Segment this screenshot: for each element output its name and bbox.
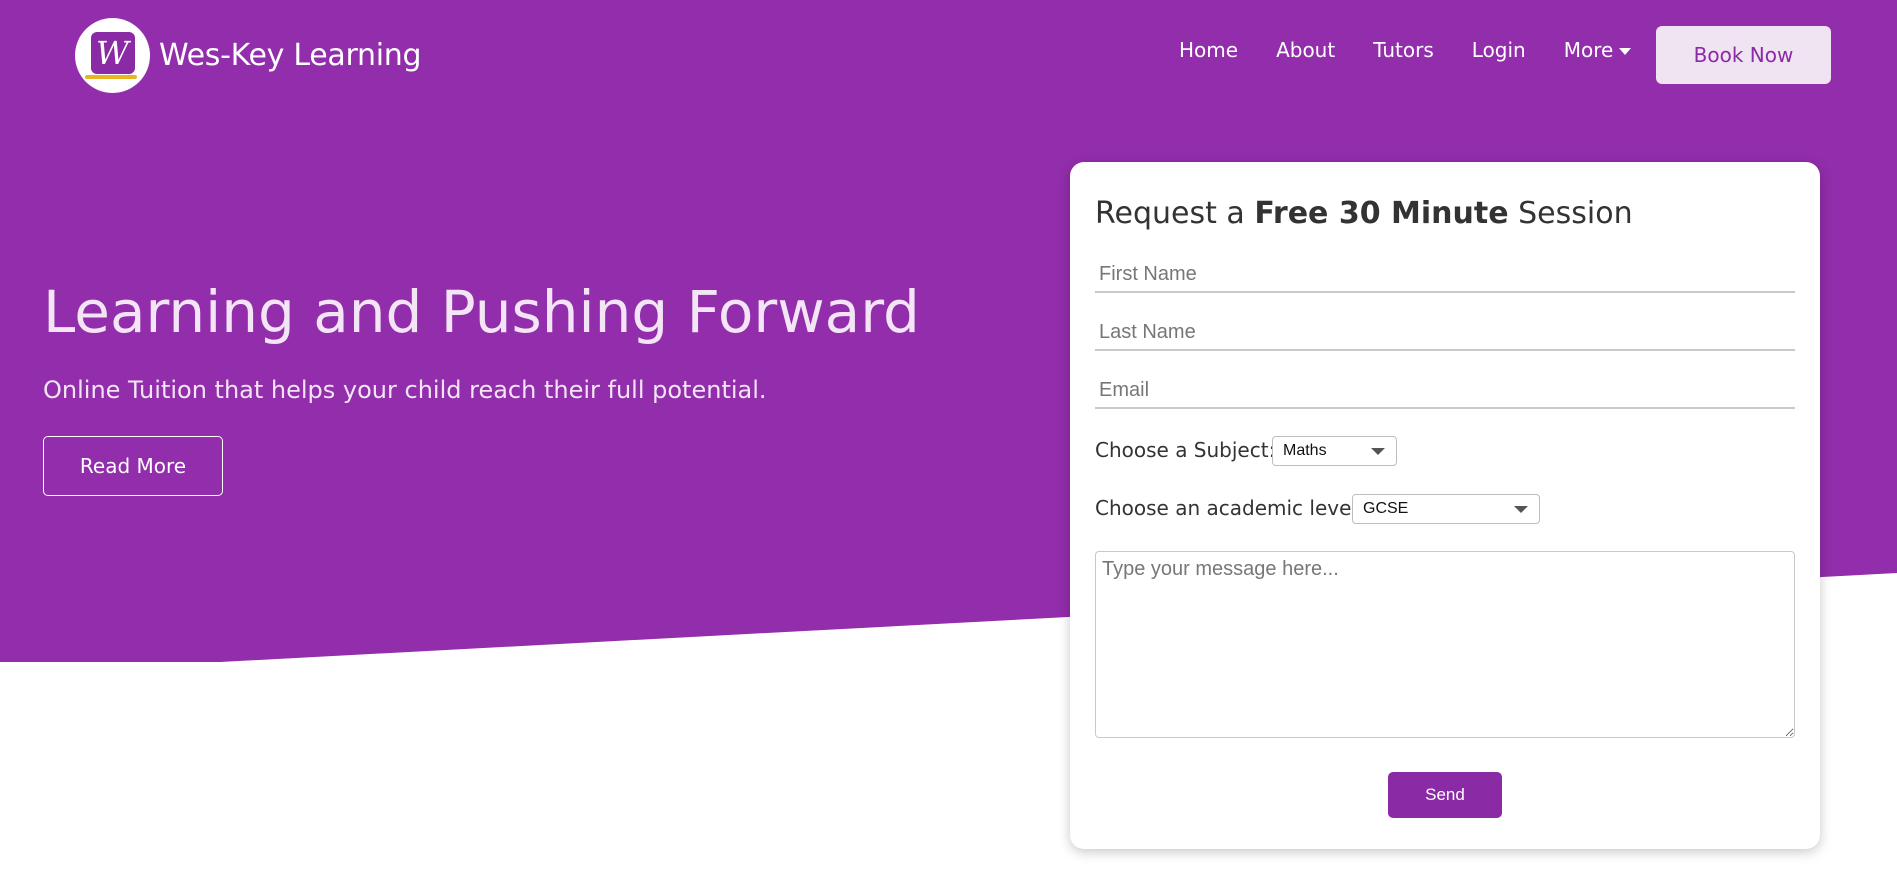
nav-login[interactable]: Login — [1472, 38, 1526, 62]
brand-logo-link[interactable]: W Wes-Key Learning — [75, 18, 421, 93]
nav-tutors[interactable]: Tutors — [1373, 38, 1434, 62]
academic-level-label: Choose an academic level: — [1095, 496, 1364, 520]
hero-title: Learning and Pushing Forward — [43, 278, 920, 346]
main-nav: Home About Tutors Login More — [1179, 38, 1632, 62]
form-title: Request a Free 30 Minute Session — [1095, 196, 1633, 231]
brand-name: Wes-Key Learning — [159, 38, 422, 73]
email-input[interactable] — [1095, 373, 1795, 409]
form-title-suffix: Session — [1508, 196, 1633, 231]
send-button[interactable]: Send — [1388, 772, 1502, 818]
pencil-icon — [85, 75, 137, 79]
subject-select[interactable]: Maths — [1272, 436, 1397, 466]
first-name-input[interactable] — [1095, 257, 1795, 293]
last-name-input[interactable] — [1095, 315, 1795, 351]
nav-more-dropdown[interactable]: More — [1564, 38, 1632, 62]
academic-level-select[interactable]: GCSE — [1352, 494, 1540, 524]
nav-home[interactable]: Home — [1179, 38, 1238, 62]
hero-subtitle: Online Tuition that helps your child rea… — [43, 376, 767, 404]
academic-level-select-value: GCSE — [1363, 500, 1409, 517]
book-now-button[interactable]: Book Now — [1656, 26, 1831, 84]
form-title-highlight: Free 30 Minute — [1254, 196, 1509, 231]
form-title-prefix: Request a — [1095, 196, 1255, 231]
chevron-down-icon — [1371, 448, 1385, 455]
nav-more-label: More — [1563, 38, 1614, 62]
subject-label: Choose a Subject: — [1095, 438, 1276, 462]
logo-icon: W — [75, 18, 150, 93]
subject-select-value: Maths — [1283, 442, 1327, 459]
nav-about[interactable]: About — [1276, 38, 1335, 62]
logo-letter: W — [90, 31, 135, 74]
chevron-down-icon — [1514, 506, 1528, 513]
caret-down-icon — [1619, 48, 1632, 55]
read-more-button[interactable]: Read More — [43, 436, 223, 496]
free-session-form-card: Request a Free 30 Minute Session Choose … — [1070, 162, 1820, 849]
message-textarea[interactable] — [1095, 551, 1795, 738]
